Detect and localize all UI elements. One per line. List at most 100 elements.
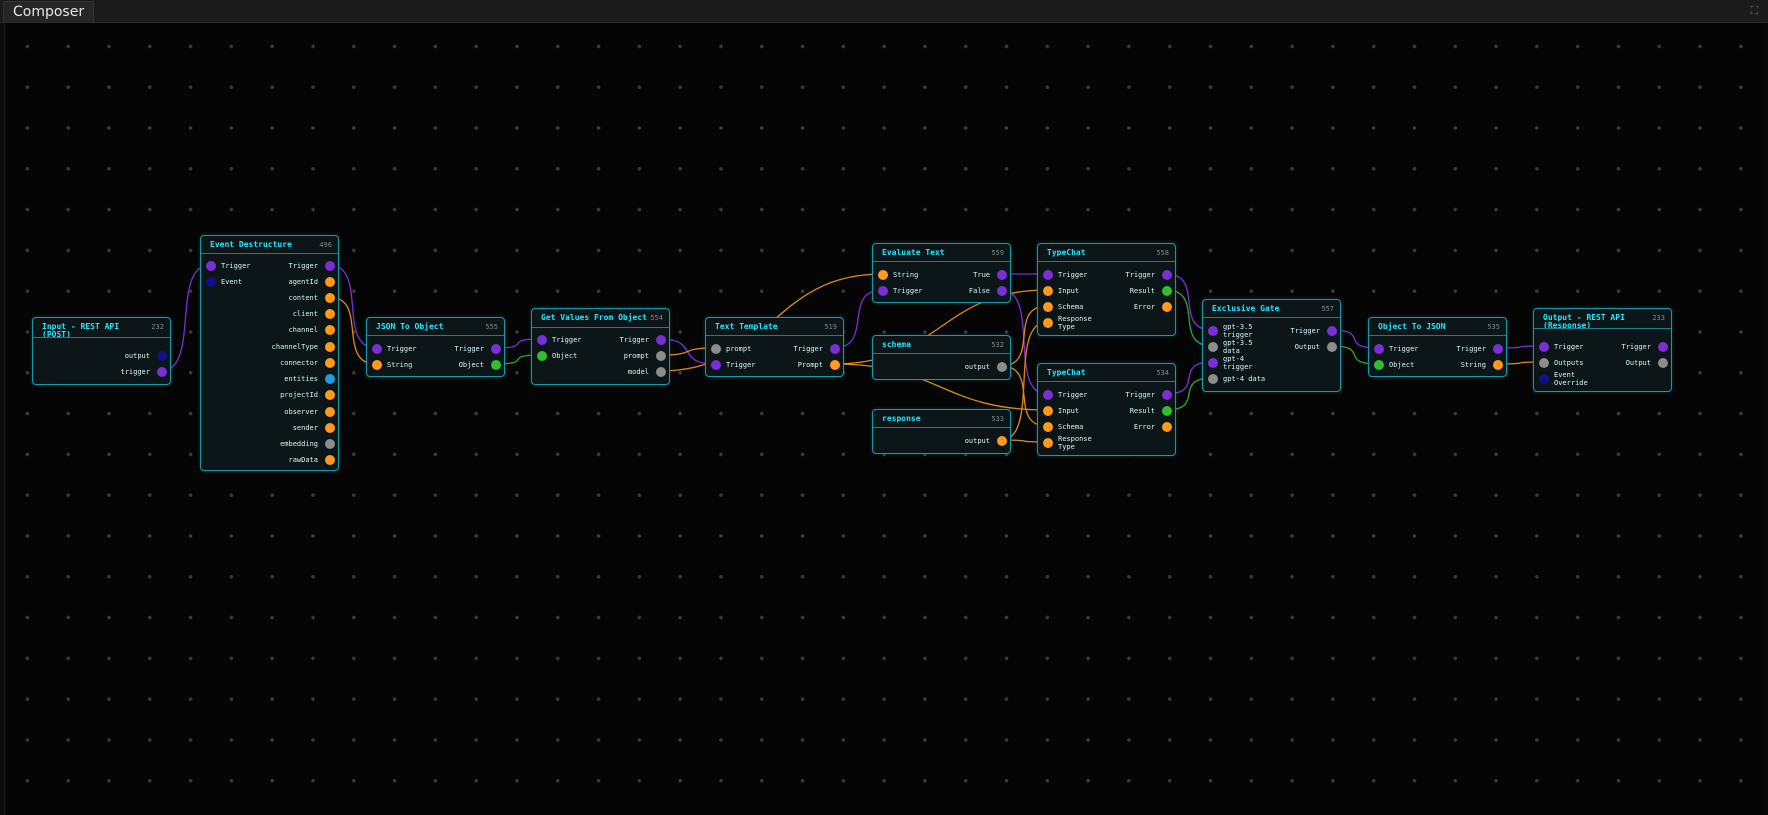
output-port-entities[interactable]	[325, 374, 335, 384]
output-port-string[interactable]	[325, 423, 335, 433]
input-port-any[interactable]	[1539, 358, 1549, 368]
output-port-string[interactable]	[325, 390, 335, 400]
output-port-label: Prompt	[797, 361, 823, 369]
node-typechat-1[interactable]: TypeChat 558 Trigger Input Schema Response Ty…	[1037, 243, 1176, 336]
output-port-trigger[interactable]	[1162, 390, 1172, 400]
output-port-event[interactable]	[157, 351, 167, 361]
input-port-trigger[interactable]	[1043, 390, 1053, 400]
input-port-object[interactable]	[537, 351, 547, 361]
input-port-string[interactable]	[1043, 318, 1053, 328]
node-json-to-object[interactable]: JSON To Object 555 Trigger String Trigger Obj…	[366, 317, 505, 377]
input-port-event[interactable]	[1539, 374, 1549, 384]
output-port-trigger[interactable]	[1493, 344, 1503, 354]
input-port-label: Trigger	[552, 336, 582, 344]
input-port-string[interactable]	[372, 360, 382, 370]
input-port-string[interactable]	[1043, 302, 1053, 312]
tab-composer[interactable]: Composer	[3, 1, 95, 22]
output-port-string[interactable]	[325, 455, 335, 465]
output-port-any[interactable]	[656, 367, 666, 377]
input-port-trigger[interactable]	[878, 286, 888, 296]
output-port-string[interactable]	[325, 342, 335, 352]
input-port-label: Trigger	[1058, 391, 1088, 399]
output-port-string[interactable]	[1493, 360, 1503, 370]
output-port-trigger[interactable]	[1327, 326, 1337, 336]
node-schema[interactable]: schema 532 output	[872, 335, 1011, 380]
node-get-values[interactable]: Get Values From Object 554 Trigger Object Tr…	[531, 308, 670, 385]
output-port-label: client	[292, 310, 318, 318]
input-port-label: Input	[1058, 407, 1080, 415]
output-port-string[interactable]	[1162, 422, 1172, 432]
input-port-string[interactable]	[1043, 422, 1053, 432]
output-port-string[interactable]	[325, 309, 335, 319]
output-port-trigger[interactable]	[997, 286, 1007, 296]
node-output-rest[interactable]: Output - REST API (Response) 233 Trigger Ou…	[1533, 308, 1672, 392]
node-typechat-2[interactable]: TypeChat 534 Trigger Input Schema Response Ty…	[1037, 363, 1176, 456]
expand-icon[interactable]: ⛶	[1749, 5, 1760, 16]
output-port-trigger[interactable]	[830, 344, 840, 354]
output-port-string[interactable]	[325, 358, 335, 368]
output-port-string[interactable]	[325, 277, 335, 287]
output-port-trigger[interactable]	[491, 344, 501, 354]
input-port-trigger[interactable]	[206, 261, 216, 271]
output-port-string[interactable]	[325, 325, 335, 335]
output-port-trigger[interactable]	[1658, 342, 1668, 352]
input-port-trigger[interactable]	[1208, 326, 1218, 336]
output-port-trigger[interactable]	[656, 335, 666, 345]
output-port-label: agentId	[288, 278, 318, 286]
input-port-trigger[interactable]	[711, 360, 721, 370]
output-port-string[interactable]	[997, 436, 1007, 446]
input-port-string[interactable]	[1043, 438, 1053, 448]
input-port-string[interactable]	[1043, 406, 1053, 416]
node-evaluate-text[interactable]: Evaluate Text 559 String Trigger True False	[872, 243, 1011, 303]
input-port-any[interactable]	[1208, 342, 1218, 352]
output-port-any[interactable]	[325, 439, 335, 449]
output-port-any[interactable]	[1658, 358, 1668, 368]
output-port-object[interactable]	[1162, 286, 1172, 296]
node-event-destructure[interactable]: Event Destructure 496 Trigger Event Trigger a…	[200, 235, 339, 471]
input-port-label: Trigger	[387, 345, 417, 353]
input-port-trigger[interactable]	[1374, 344, 1384, 354]
output-port-any[interactable]	[1327, 342, 1337, 352]
output-port-label: Error	[1133, 303, 1155, 311]
output-port-trigger[interactable]	[325, 261, 335, 271]
node-title: Evaluate Text	[882, 248, 945, 257]
input-port-label: Schema	[1058, 423, 1084, 431]
input-port-event[interactable]	[206, 277, 216, 287]
node-exclusive-gate[interactable]: Exclusive Gate 557 gpt-3.5 trigger gpt-3.5 …	[1202, 299, 1341, 392]
output-port-label: Trigger	[619, 336, 649, 344]
node-header-divider	[873, 353, 1010, 354]
input-port-trigger[interactable]	[372, 344, 382, 354]
node-text-template[interactable]: Text Template 519 prompt Trigger Trigger Prom…	[705, 317, 844, 377]
output-port-string[interactable]	[1162, 302, 1172, 312]
output-port-label: Result	[1129, 407, 1155, 415]
input-port-any[interactable]	[1208, 374, 1218, 384]
output-port-string[interactable]	[325, 407, 335, 417]
output-port-object[interactable]	[491, 360, 501, 370]
node-object-to-json[interactable]: Object To JSON 535 Trigger Object Trigger Str…	[1368, 317, 1507, 377]
input-port-trigger[interactable]	[1043, 270, 1053, 280]
node-response[interactable]: response 533 output	[872, 409, 1011, 454]
node-input-rest[interactable]: Input - REST API (POST) 232 output trigger	[32, 317, 171, 385]
output-port-trigger[interactable]	[157, 367, 167, 377]
output-port-any[interactable]	[997, 362, 1007, 372]
node-id: 558	[1156, 249, 1169, 257]
input-port-string[interactable]	[1043, 286, 1053, 296]
node-id: 532	[991, 341, 1004, 349]
input-port-string[interactable]	[878, 270, 888, 280]
output-port-string[interactable]	[830, 360, 840, 370]
input-port-label: Trigger	[726, 361, 756, 369]
input-port-trigger[interactable]	[537, 335, 547, 345]
input-port-object[interactable]	[1374, 360, 1384, 370]
output-port-trigger[interactable]	[1162, 270, 1172, 280]
output-port-string[interactable]	[325, 293, 335, 303]
input-port-label: String	[893, 271, 919, 279]
output-port-object[interactable]	[1162, 406, 1172, 416]
output-port-label: embedding	[280, 440, 318, 448]
input-port-any[interactable]	[711, 344, 721, 354]
output-port-label: connector	[280, 359, 318, 367]
input-port-label: gpt-4 data	[1223, 375, 1266, 383]
output-port-trigger[interactable]	[997, 270, 1007, 280]
input-port-trigger[interactable]	[1539, 342, 1549, 352]
output-port-any[interactable]	[656, 351, 666, 361]
input-port-trigger[interactable]	[1208, 358, 1218, 368]
